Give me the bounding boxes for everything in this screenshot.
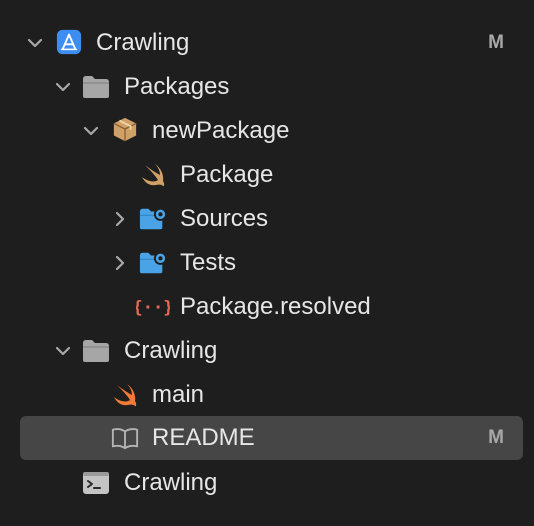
chevron-down-icon[interactable] — [54, 78, 72, 96]
tree-item-label: Package.resolved — [180, 293, 371, 320]
status-badge: M — [488, 32, 504, 53]
selection-highlight — [20, 416, 523, 460]
tree-row-crawling-group[interactable]: Crawling — [0, 329, 534, 373]
tree-row-package[interactable]: newPackage — [0, 109, 534, 153]
tree-item-label: Tests — [180, 249, 237, 276]
tree-row-packages-group[interactable]: Packages — [0, 65, 534, 109]
tree-row-resolved-file[interactable]: {··} Package.resolved — [0, 285, 534, 329]
tree-item-label: Crawling — [124, 469, 218, 496]
chevron-right-icon[interactable] — [111, 254, 129, 272]
tree-item-label: Crawling — [96, 29, 190, 56]
tree-item-label: README — [152, 424, 255, 451]
tree-row-target[interactable]: Crawling — [0, 461, 534, 505]
tree-item-label: Packages — [124, 73, 230, 100]
tree-row-sources-folder[interactable]: Sources — [0, 197, 534, 241]
project-navigator: Crawling M Packages newPackage Package S… — [0, 0, 534, 526]
folder-gear-icon — [139, 207, 167, 230]
chevron-right-icon[interactable] — [111, 210, 129, 228]
svg-text:{··}: {··} — [136, 298, 170, 318]
tree-item-label: newPackage — [152, 117, 290, 144]
swift-file-icon — [142, 164, 165, 187]
tree-row-project[interactable]: Crawling M — [0, 21, 534, 65]
tree-item-label: Package — [180, 161, 274, 188]
status-badge: M — [488, 427, 504, 448]
tree-item-label: Sources — [180, 205, 269, 232]
terminal-icon — [83, 472, 109, 494]
tree-row-readme-file[interactable]: README M — [0, 416, 534, 460]
chevron-down-icon[interactable] — [54, 342, 72, 360]
json-file-icon: {··} — [136, 298, 170, 318]
tree-item-label: Crawling — [124, 337, 218, 364]
folder-icon — [83, 76, 109, 98]
folder-gear-icon — [139, 251, 167, 274]
tree-row-package-manifest[interactable]: Package — [0, 153, 534, 197]
book-icon — [111, 428, 139, 450]
tree-row-tests-folder[interactable]: Tests — [0, 241, 534, 285]
swift-file-icon — [114, 384, 137, 407]
chevron-down-icon[interactable] — [26, 34, 44, 52]
xcode-project-icon — [56, 29, 82, 55]
chevron-down-icon[interactable] — [82, 122, 100, 140]
folder-icon — [83, 340, 109, 362]
tree-item-label: main — [152, 381, 205, 408]
tree-row-main-file[interactable]: main — [0, 373, 534, 417]
package-icon — [113, 117, 137, 142]
